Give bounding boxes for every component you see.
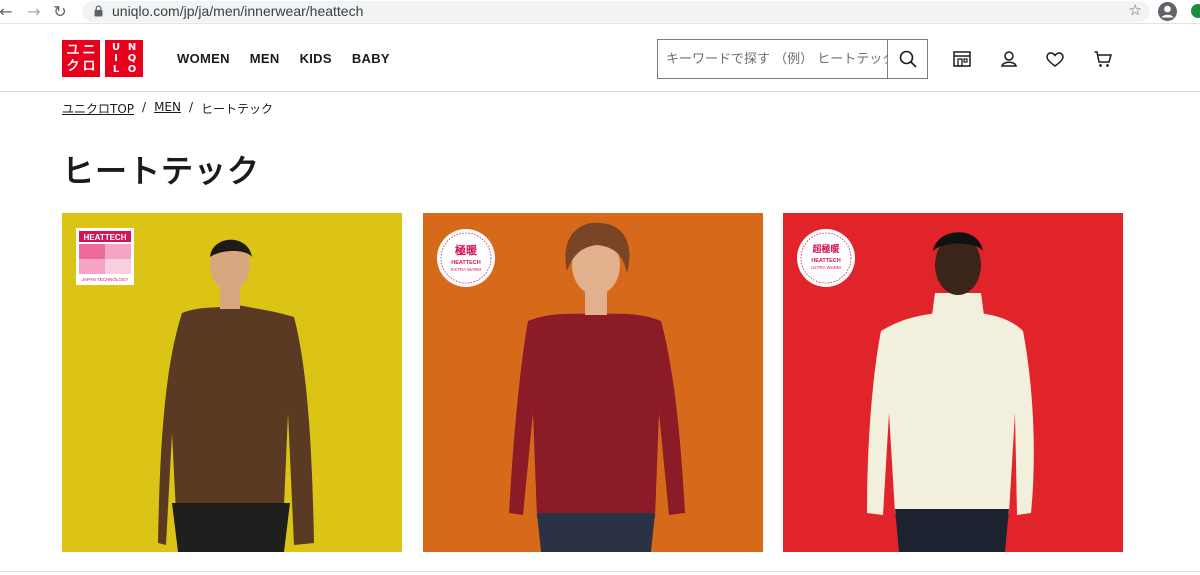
product-tile-heattech[interactable]: HEATTECH JAPAN TECHNOLOGY [62, 213, 402, 552]
cart-icon[interactable] [1093, 49, 1113, 69]
tile-image: 超極暖 HEATTECH ULTRA WARM [783, 213, 1123, 552]
breadcrumb: ユニクロTOP / MEN / ヒートテック [62, 100, 273, 117]
logo-char: ク [66, 59, 80, 75]
heattech-badge: HEATTECH JAPAN TECHNOLOGY [76, 228, 134, 285]
logo-char: I [114, 52, 118, 64]
main-nav: WOMEN MEN KIDS BABY [177, 51, 390, 66]
address-bar[interactable]: uniqlo.com/jp/ja/men/innerwear/heattech … [82, 1, 1150, 22]
logo-char: ユ [66, 42, 80, 58]
uniqlo-logo[interactable]: ユ ニ ク ロ U N I Q L O [62, 40, 144, 77]
logo-tile-katakana: ユ ニ ク ロ [62, 40, 100, 77]
extension-icon[interactable] [1191, 4, 1200, 18]
divider [0, 571, 1200, 572]
bookmark-star-icon[interactable]: ☆ [1129, 1, 1142, 19]
breadcrumb-men[interactable]: MEN [154, 100, 181, 117]
badge-label: HEATTECH [451, 260, 481, 266]
logo-char: ニ [82, 42, 96, 58]
back-icon[interactable]: ← [0, 2, 16, 22]
url-text: uniqlo.com/jp/ja/men/innerwear/heattech [112, 3, 364, 19]
ultra-warm-badge: 超極暖 HEATTECH ULTRA WARM [797, 229, 855, 287]
favorite-heart-icon[interactable] [1045, 49, 1065, 69]
logo-char: Q [127, 52, 137, 64]
store-icon[interactable] [952, 49, 972, 69]
product-tile-ultra-warm[interactable]: 超極暖 HEATTECH ULTRA WARM [783, 213, 1123, 552]
nav-women[interactable]: WOMEN [177, 51, 230, 66]
logo-char: U [111, 41, 121, 53]
lock-icon [94, 5, 103, 17]
logo-char: ロ [82, 59, 96, 75]
badge-kanji: 超極暖 [811, 243, 840, 255]
nav-men[interactable]: MEN [250, 51, 280, 66]
browser-toolbar: ← → ↻ uniqlo.com/jp/ja/men/innerwear/hea… [0, 0, 1200, 24]
logo-char: O [127, 63, 137, 75]
breadcrumb-current: ヒートテック [201, 102, 274, 116]
tile-image: 極暖 HEATTECH EXTRA WARM [423, 213, 763, 552]
badge-kanji: 極暖 [454, 243, 478, 257]
logo-char: L [112, 63, 120, 75]
nav-baby[interactable]: BABY [352, 51, 390, 66]
logo-tile-latin: U N I Q L O [105, 40, 143, 77]
breadcrumb-separator: / [188, 100, 194, 114]
search-box [657, 39, 928, 79]
logo-char: N [127, 41, 137, 53]
search-button[interactable] [887, 40, 927, 78]
badge-subtitle: ULTRA WARM [811, 265, 841, 270]
page-title: ヒートテック [62, 152, 261, 190]
product-tile-extra-warm[interactable]: 極暖 HEATTECH EXTRA WARM [423, 213, 763, 552]
search-icon [899, 50, 917, 68]
breadcrumb-home[interactable]: ユニクロTOP [62, 100, 134, 117]
profile-icon[interactable] [1158, 2, 1177, 21]
tile-image: HEATTECH JAPAN TECHNOLOGY [62, 213, 402, 552]
breadcrumb-separator: / [142, 100, 147, 114]
badge-subtitle: EXTRA WARM [451, 267, 481, 272]
forward-icon[interactable]: → [24, 2, 44, 22]
account-icon[interactable] [999, 49, 1019, 69]
search-input[interactable] [658, 40, 887, 78]
site-header: ユ ニ ク ロ U N I Q L O WOMEN MEN KIDS BABY [0, 24, 1200, 92]
nav-kids[interactable]: KIDS [300, 51, 332, 66]
badge-subtitle: JAPAN TECHNOLOGY [82, 277, 129, 282]
badge-label: HEATTECH [84, 233, 127, 242]
reload-icon[interactable]: ↻ [50, 2, 70, 22]
badge-label: HEATTECH [811, 258, 841, 264]
extra-warm-badge: 極暖 HEATTECH EXTRA WARM [437, 229, 495, 287]
